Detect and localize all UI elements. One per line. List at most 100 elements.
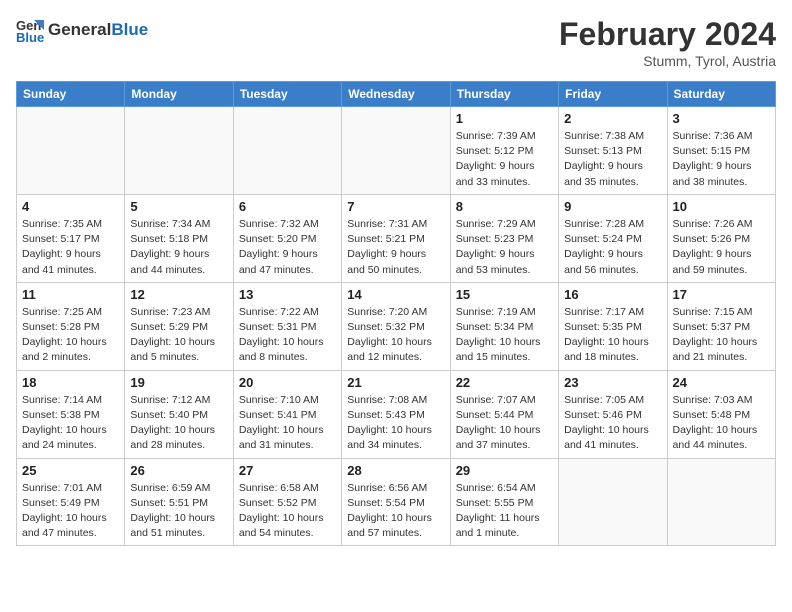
calendar-cell: 8 Sunrise: 7:29 AM Sunset: 5:23 PM Daylig…	[450, 194, 558, 282]
calendar-cell: 19 Sunrise: 7:12 AM Sunset: 5:40 PM Dayli…	[125, 370, 233, 458]
weekday-header-tuesday: Tuesday	[233, 82, 341, 107]
day-number: 24	[673, 375, 770, 390]
calendar-cell: 12 Sunrise: 7:23 AM Sunset: 5:29 PM Dayli…	[125, 282, 233, 370]
calendar-cell: 3Sunrise: 7:36 AM Sunset: 5:15 PM Daylig…	[667, 107, 775, 195]
calendar-week-3: 11Sunrise: 7:25 AM Sunset: 5:28 PM Dayli…	[17, 282, 776, 370]
day-number: 5	[130, 199, 227, 214]
title-block: February 2024 Stumm, Tyrol, Austria	[559, 16, 776, 69]
day-detail: Sunrise: 7:05 AM Sunset: 5:46 PM Dayligh…	[564, 393, 661, 454]
day-detail: Sunrise: 7:03 AM Sunset: 5:48 PM Dayligh…	[673, 393, 770, 454]
calendar-cell: 29 Sunrise: 6:54 AM Sunset: 5:55 PM Dayli…	[450, 458, 558, 546]
day-detail: Sunrise: 7:34 AM Sunset: 5:18 PM Dayligh…	[130, 217, 227, 278]
calendar-cell: 14 Sunrise: 7:20 AM Sunset: 5:32 PM Dayli…	[342, 282, 450, 370]
calendar-cell: 23 Sunrise: 7:05 AM Sunset: 5:46 PM Dayli…	[559, 370, 667, 458]
day-detail: Sunrise: 7:23 AM Sunset: 5:29 PM Dayligh…	[130, 305, 227, 366]
day-detail: Sunrise: 7:38 AM Sunset: 5:13 PM Dayligh…	[564, 129, 661, 190]
calendar-cell: 1Sunrise: 7:39 AM Sunset: 5:12 PM Daylig…	[450, 107, 558, 195]
day-number: 7	[347, 199, 444, 214]
weekday-header-monday: Monday	[125, 82, 233, 107]
day-number: 19	[130, 375, 227, 390]
day-detail: Sunrise: 7:17 AM Sunset: 5:35 PM Dayligh…	[564, 305, 661, 366]
weekday-header-wednesday: Wednesday	[342, 82, 450, 107]
day-number: 29	[456, 463, 553, 478]
calendar-cell	[233, 107, 341, 195]
weekday-header-thursday: Thursday	[450, 82, 558, 107]
calendar-cell: 27 Sunrise: 6:58 AM Sunset: 5:52 PM Dayli…	[233, 458, 341, 546]
calendar-cell: 16Sunrise: 7:17 AM Sunset: 5:35 PM Dayli…	[559, 282, 667, 370]
calendar-week-5: 25Sunrise: 7:01 AM Sunset: 5:49 PM Dayli…	[17, 458, 776, 546]
day-number: 18	[22, 375, 119, 390]
calendar-week-2: 4 Sunrise: 7:35 AM Sunset: 5:17 PM Daylig…	[17, 194, 776, 282]
day-detail: Sunrise: 6:54 AM Sunset: 5:55 PM Dayligh…	[456, 481, 553, 542]
calendar-cell	[342, 107, 450, 195]
day-detail: Sunrise: 6:59 AM Sunset: 5:51 PM Dayligh…	[130, 481, 227, 542]
day-number: 26	[130, 463, 227, 478]
day-number: 6	[239, 199, 336, 214]
day-number: 4	[22, 199, 119, 214]
day-number: 13	[239, 287, 336, 302]
day-detail: Sunrise: 7:29 AM Sunset: 5:23 PM Dayligh…	[456, 217, 553, 278]
calendar-cell	[667, 458, 775, 546]
calendar-cell: 4 Sunrise: 7:35 AM Sunset: 5:17 PM Daylig…	[17, 194, 125, 282]
day-detail: Sunrise: 7:35 AM Sunset: 5:17 PM Dayligh…	[22, 217, 119, 278]
day-number: 17	[673, 287, 770, 302]
day-number: 23	[564, 375, 661, 390]
day-detail: Sunrise: 6:58 AM Sunset: 5:52 PM Dayligh…	[239, 481, 336, 542]
calendar-cell: 15Sunrise: 7:19 AM Sunset: 5:34 PM Dayli…	[450, 282, 558, 370]
logo-icon: Gen Blue	[16, 16, 44, 44]
calendar-body: 1Sunrise: 7:39 AM Sunset: 5:12 PM Daylig…	[17, 107, 776, 546]
calendar-cell	[17, 107, 125, 195]
location-subtitle: Stumm, Tyrol, Austria	[559, 53, 776, 69]
calendar-cell: 13 Sunrise: 7:22 AM Sunset: 5:31 PM Dayli…	[233, 282, 341, 370]
day-detail: Sunrise: 7:08 AM Sunset: 5:43 PM Dayligh…	[347, 393, 444, 454]
calendar-cell: 7Sunrise: 7:31 AM Sunset: 5:21 PM Daylig…	[342, 194, 450, 282]
day-number: 28	[347, 463, 444, 478]
day-number: 9	[564, 199, 661, 214]
weekday-header-saturday: Saturday	[667, 82, 775, 107]
calendar-cell: 18 Sunrise: 7:14 AM Sunset: 5:38 PM Dayli…	[17, 370, 125, 458]
day-detail: Sunrise: 7:15 AM Sunset: 5:37 PM Dayligh…	[673, 305, 770, 366]
day-detail: Sunrise: 7:28 AM Sunset: 5:24 PM Dayligh…	[564, 217, 661, 278]
day-number: 2	[564, 111, 661, 126]
day-detail: Sunrise: 7:07 AM Sunset: 5:44 PM Dayligh…	[456, 393, 553, 454]
header-row: SundayMondayTuesdayWednesdayThursdayFrid…	[17, 82, 776, 107]
calendar-week-4: 18 Sunrise: 7:14 AM Sunset: 5:38 PM Dayli…	[17, 370, 776, 458]
calendar-cell: 25Sunrise: 7:01 AM Sunset: 5:49 PM Dayli…	[17, 458, 125, 546]
weekday-header-sunday: Sunday	[17, 82, 125, 107]
day-number: 22	[456, 375, 553, 390]
day-detail: Sunrise: 7:22 AM Sunset: 5:31 PM Dayligh…	[239, 305, 336, 366]
day-number: 25	[22, 463, 119, 478]
month-title: February 2024	[559, 16, 776, 53]
day-detail: Sunrise: 7:26 AM Sunset: 5:26 PM Dayligh…	[673, 217, 770, 278]
day-number: 14	[347, 287, 444, 302]
svg-text:Blue: Blue	[16, 30, 44, 44]
day-number: 3	[673, 111, 770, 126]
day-number: 21	[347, 375, 444, 390]
calendar-cell: 10 Sunrise: 7:26 AM Sunset: 5:26 PM Dayli…	[667, 194, 775, 282]
day-detail: Sunrise: 7:14 AM Sunset: 5:38 PM Dayligh…	[22, 393, 119, 454]
day-number: 11	[22, 287, 119, 302]
day-number: 10	[673, 199, 770, 214]
calendar-cell: 11Sunrise: 7:25 AM Sunset: 5:28 PM Dayli…	[17, 282, 125, 370]
calendar-cell: 9 Sunrise: 7:28 AM Sunset: 5:24 PM Daylig…	[559, 194, 667, 282]
calendar-cell: 21 Sunrise: 7:08 AM Sunset: 5:43 PM Dayli…	[342, 370, 450, 458]
day-detail: Sunrise: 7:20 AM Sunset: 5:32 PM Dayligh…	[347, 305, 444, 366]
calendar-table: SundayMondayTuesdayWednesdayThursdayFrid…	[16, 81, 776, 546]
day-number: 15	[456, 287, 553, 302]
calendar-cell: 6Sunrise: 7:32 AM Sunset: 5:20 PM Daylig…	[233, 194, 341, 282]
calendar-cell: 24 Sunrise: 7:03 AM Sunset: 5:48 PM Dayli…	[667, 370, 775, 458]
day-detail: Sunrise: 7:12 AM Sunset: 5:40 PM Dayligh…	[130, 393, 227, 454]
day-number: 8	[456, 199, 553, 214]
day-detail: Sunrise: 7:10 AM Sunset: 5:41 PM Dayligh…	[239, 393, 336, 454]
weekday-header-friday: Friday	[559, 82, 667, 107]
day-detail: Sunrise: 6:56 AM Sunset: 5:54 PM Dayligh…	[347, 481, 444, 542]
calendar-cell	[559, 458, 667, 546]
logo-text-line1: GeneralBlue	[48, 21, 148, 40]
day-number: 12	[130, 287, 227, 302]
calendar-cell	[125, 107, 233, 195]
page-header: Gen Blue GeneralBlue February 2024 Stumm…	[16, 16, 776, 69]
day-number: 27	[239, 463, 336, 478]
calendar-cell: 5 Sunrise: 7:34 AM Sunset: 5:18 PM Daylig…	[125, 194, 233, 282]
calendar-cell: 26 Sunrise: 6:59 AM Sunset: 5:51 PM Dayli…	[125, 458, 233, 546]
day-number: 20	[239, 375, 336, 390]
